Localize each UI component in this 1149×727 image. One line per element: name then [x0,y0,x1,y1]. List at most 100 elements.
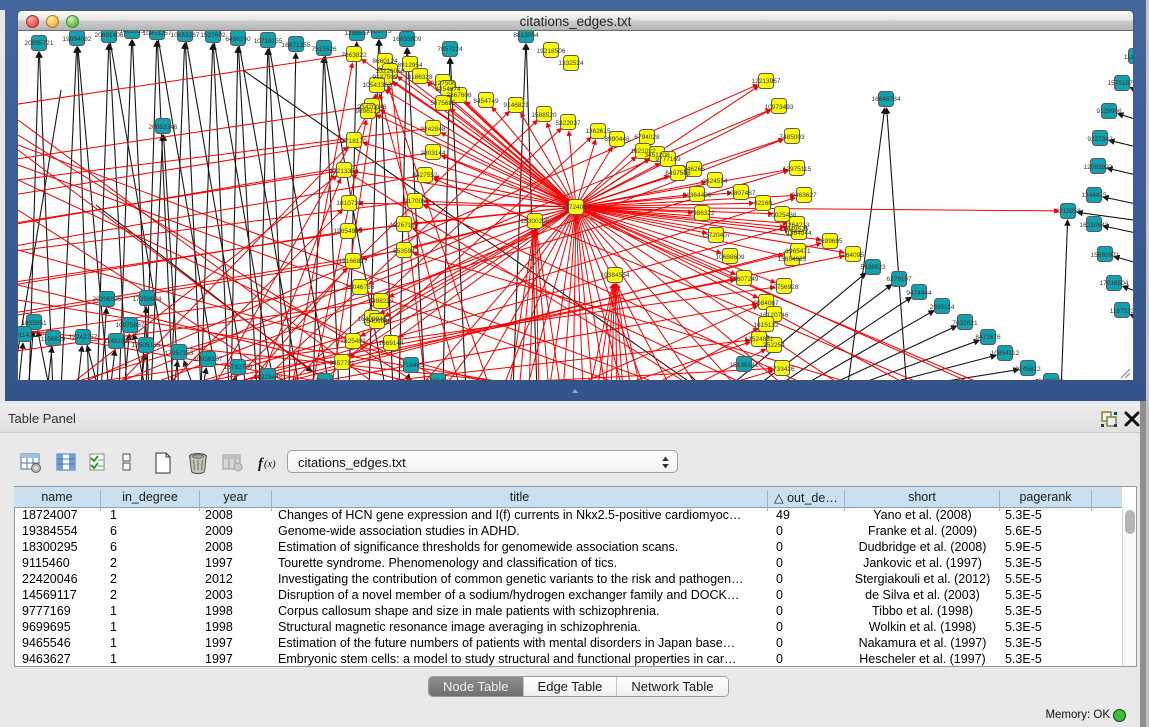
svg-text:2089773: 2089773 [366,31,392,35]
svg-text:18607249: 18607249 [730,276,759,283]
svg-text:12093822: 12093822 [1084,164,1113,171]
svg-text:13654923: 13654923 [778,256,807,263]
svg-text:9127509: 9127509 [372,74,398,81]
svg-text:8427552: 8427552 [412,172,438,179]
svg-text:16671355: 16671355 [282,42,311,49]
svg-text:6794028: 6794028 [634,134,660,141]
svg-text:20055721: 20055721 [25,40,54,47]
svg-text:2718170: 2718170 [341,138,367,145]
svg-text:10975887: 10975887 [116,322,145,329]
svg-text:1669144: 1669144 [378,340,404,347]
svg-text:1112843: 1112843 [1124,54,1134,61]
svg-text:6497568: 6497568 [665,170,691,177]
svg-text:62160: 62160 [754,200,772,207]
svg-text:1156829: 1156829 [41,336,66,343]
svg-text:1588520: 1588520 [531,112,557,119]
svg-text:8186328: 8186328 [407,74,433,81]
svg-text:19884082: 19884082 [63,36,92,43]
svg-text:16120746: 16120746 [760,312,789,319]
svg-text:9129966: 9129966 [1096,108,1122,115]
svg-text:10958107: 10958107 [194,356,223,363]
svg-text:10654112: 10654112 [991,350,1020,357]
svg-text:19654983: 19654983 [334,228,363,235]
svg-text:1810733: 1810733 [336,200,362,207]
svg-text:8990448: 8990448 [604,136,630,143]
svg-text:6466160: 6466160 [225,36,251,43]
svg-text:2367608: 2367608 [446,92,472,99]
svg-text:16782759: 16782759 [224,364,253,371]
svg-text:1615132: 1615132 [753,322,779,329]
svg-text:9457791: 9457791 [329,360,355,367]
svg-text:20053346: 20053346 [149,124,178,131]
svg-text:12213383: 12213383 [330,168,359,175]
svg-text:16210643: 16210643 [1080,222,1109,229]
svg-text:1167533: 1167533 [1110,308,1134,315]
svg-text:3498222: 3498222 [368,298,394,305]
svg-text:15751074: 15751074 [1108,80,1134,87]
svg-text:252254: 252254 [763,342,785,349]
svg-text:3215958: 3215958 [1055,208,1081,215]
svg-text:12213967: 12213967 [752,78,781,85]
svg-text:7632621: 7632621 [952,320,978,327]
svg-text:10688609: 10688609 [716,254,745,261]
svg-text:9463627: 9463627 [791,192,817,199]
svg-text:1527602: 1527602 [200,32,226,39]
svg-text:9242848: 9242848 [420,126,446,133]
svg-text:3911471: 3911471 [18,332,37,339]
svg-text:15692971: 15692971 [1091,252,1120,259]
svg-text:10719155: 10719155 [254,38,283,45]
svg-text:12505135: 12505135 [132,342,161,349]
svg-text:1264213: 1264213 [784,222,810,229]
svg-text:16046786: 16046786 [346,284,375,291]
svg-text:9227342: 9227342 [1087,136,1113,143]
svg-text:10756928: 10756928 [770,284,799,291]
svg-text:2803144: 2803144 [420,150,446,157]
svg-text:9474444: 9474444 [906,290,932,297]
svg-text:(x): (x) [264,459,276,470]
svg-text:10953257: 10953257 [143,31,172,37]
svg-text:7515526: 7515526 [311,46,337,53]
svg-text:15720407: 15720407 [702,232,731,239]
svg-text:18724007: 18724007 [562,204,591,211]
svg-text:1489913: 1489913 [119,31,145,35]
svg-text:16033809: 16033809 [393,36,422,43]
svg-text:12923463: 12923463 [311,378,340,381]
svg-text:164095: 164095 [842,252,864,259]
svg-text:12242757: 12242757 [69,334,98,341]
svg-text:8813054: 8813054 [513,32,539,39]
svg-text:1364944: 1364944 [786,230,812,237]
svg-text:9146821: 9146821 [503,102,529,109]
svg-text:10973493: 10973493 [765,104,794,111]
svg-text:1733426: 1733426 [769,366,795,373]
svg-text:20206535: 20206535 [93,296,122,303]
svg-text:1244415: 1244415 [1081,192,1107,199]
svg-text:1362615: 1362615 [585,128,611,135]
svg-text:5716485: 5716485 [398,362,424,369]
svg-text:21364436: 21364436 [683,192,712,199]
svg-text:1145192: 1145192 [104,338,129,345]
svg-text:19384554: 19384554 [601,272,630,279]
svg-text:3624554: 3624554 [702,178,728,185]
svg-text:9084067: 9084067 [753,300,779,307]
svg-text:15136141: 15136141 [730,362,759,369]
svg-text:1965471: 1965471 [785,248,811,255]
svg-text:5875685: 5875685 [430,100,456,107]
svg-text:7485003: 7485003 [779,134,805,141]
svg-text:17957253: 17957253 [165,350,194,357]
svg-text:9241579: 9241579 [1038,378,1064,381]
svg-text:5322037: 5322037 [555,120,581,127]
svg-text:19218506: 19218506 [537,48,566,55]
svg-text:7663822: 7663822 [341,52,367,59]
svg-text:7857224: 7857224 [437,46,463,53]
svg-text:16648784: 16648784 [872,96,901,103]
svg-text:13267110: 13267110 [390,222,419,229]
svg-text:10807487: 10807487 [727,190,756,197]
svg-text:5938923: 5938923 [860,264,886,271]
svg-text:18300295: 18300295 [521,218,550,225]
svg-text:1332524: 1332524 [558,60,584,67]
svg-text:10025438: 10025438 [768,212,797,219]
svg-text:6379197: 6379197 [886,276,912,283]
svg-text:16409949: 16409949 [363,318,392,325]
svg-text:12975115: 12975115 [783,166,812,173]
svg-text:9896123: 9896123 [355,108,381,115]
